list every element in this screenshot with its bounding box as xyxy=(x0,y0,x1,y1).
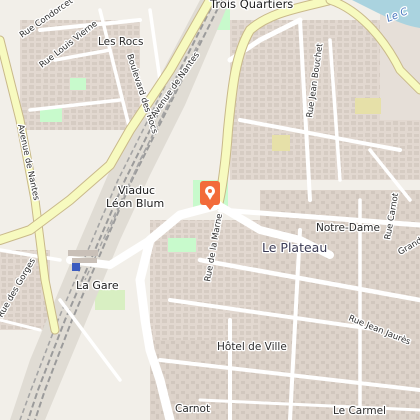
label-notre-dame: Notre-Dame xyxy=(316,222,380,234)
label-le-plateau: Le Plateau xyxy=(262,240,327,255)
label-viaduc-line2: Léon Blum xyxy=(106,197,164,210)
label-hotel-de-ville: Hôtel de Ville xyxy=(217,341,287,353)
label-viaduc-line1: Viaduc xyxy=(118,184,155,197)
label-carnot: Carnot xyxy=(175,403,210,415)
label-le-carmel: Le Carmel xyxy=(333,405,386,417)
label-la-gare: La Gare xyxy=(76,279,119,292)
map-view[interactable]: Trois Quartiers Le C Rue Condorcet Rue L… xyxy=(0,0,420,420)
label-les-rocs: Les Rocs xyxy=(98,36,143,48)
map-canvas[interactable]: Trois Quartiers Le C Rue Condorcet Rue L… xyxy=(0,0,420,420)
train-station-icon[interactable] xyxy=(72,263,80,271)
label-trois-quartiers: Trois Quartiers xyxy=(209,0,293,11)
